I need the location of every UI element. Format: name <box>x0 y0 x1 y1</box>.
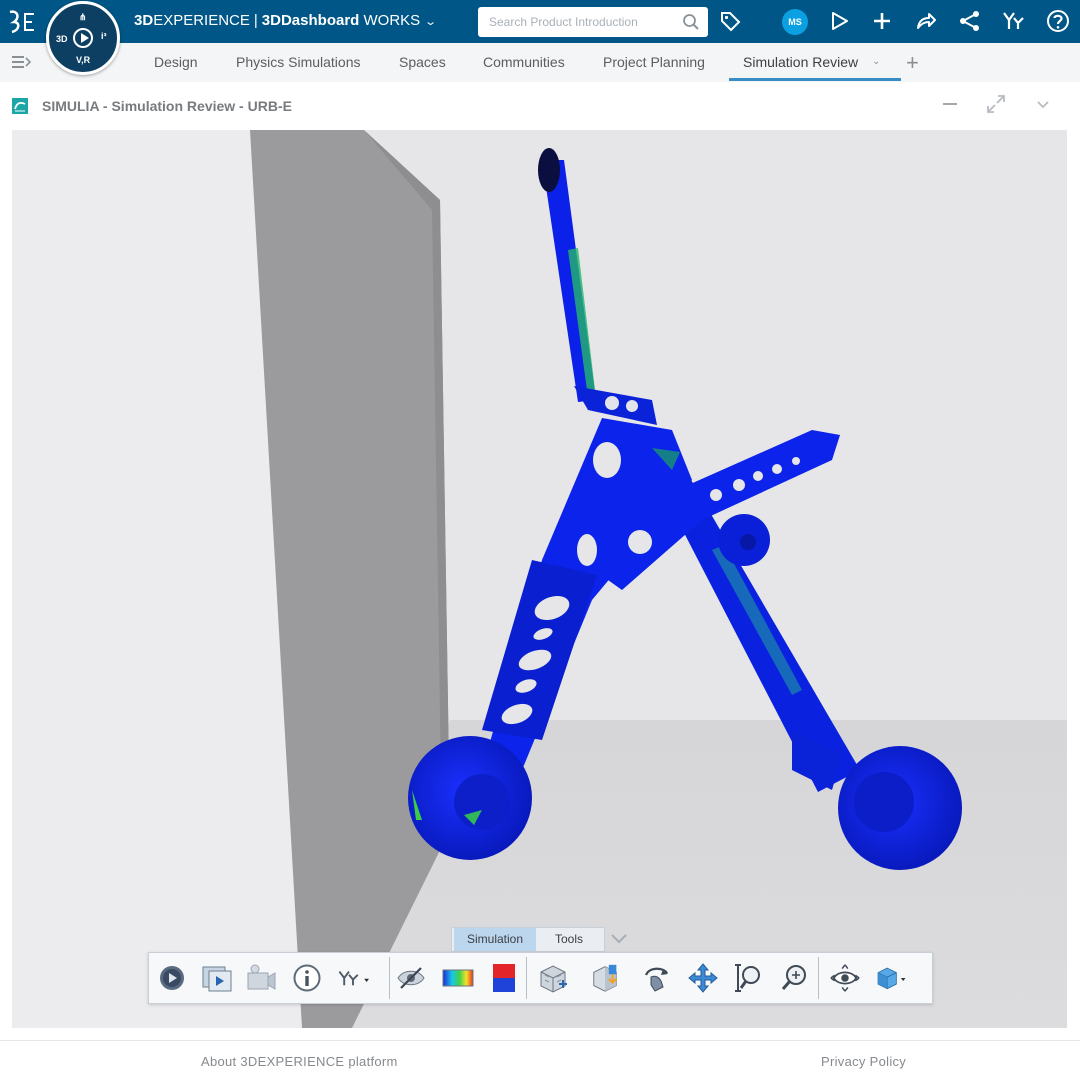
app-title[interactable]: 3DEXPERIENCE | 3DDashboard WORKS ⌄ <box>134 12 437 29</box>
dashboard-name: 3DDashboard <box>261 12 360 29</box>
hide-show-icon[interactable] <box>395 962 427 994</box>
zoom-icon[interactable] <box>732 962 764 994</box>
network-share-icon[interactable] <box>957 8 983 34</box>
add-icon[interactable] <box>869 8 895 34</box>
brand-bold: 3D <box>134 12 154 29</box>
widget-header: SIMULIA - Simulation Review - URB-E <box>0 82 1080 128</box>
tab-project-planning[interactable]: Project Planning <box>603 54 705 70</box>
view-mode-icon[interactable] <box>829 962 861 994</box>
active-tab-indicator <box>729 78 901 81</box>
compass-top-icon: ⋔ <box>79 12 87 22</box>
toolbar-expand-chevron-icon[interactable] <box>609 930 629 948</box>
title-separator: | <box>253 12 258 29</box>
section-tab-simulation[interactable]: Simulation <box>454 928 536 951</box>
apps-icon[interactable] <box>1001 8 1027 34</box>
tag-icon[interactable] <box>717 8 743 34</box>
compass-vr-label: V,R <box>76 55 91 65</box>
compass-3d-label: 3D <box>56 34 68 44</box>
chevron-down-icon[interactable]: ⌄ <box>424 15 437 28</box>
top-bar: 3DEXPERIENCE|3DDashboard WORKS⌄ MS <box>0 0 1080 43</box>
minimize-icon[interactable] <box>938 92 962 116</box>
dassault-logo-icon[interactable] <box>6 8 38 36</box>
add-tab-icon[interactable]: + <box>906 50 919 76</box>
play-animation-icon[interactable] <box>156 962 188 994</box>
info-icon[interactable] <box>291 962 323 994</box>
footer: About 3DEXPERIENCE platform Privacy Poli… <box>0 1040 1080 1081</box>
compass-widget[interactable]: ⋔ 3D i³ V,R <box>46 1 120 75</box>
help-icon[interactable] <box>1045 8 1071 34</box>
search-box[interactable] <box>478 7 708 37</box>
compass-i3-label: i³ <box>101 31 107 41</box>
capture-video-icon[interactable] <box>245 962 277 994</box>
search-icon[interactable] <box>682 13 700 31</box>
play-icon[interactable] <box>73 28 93 48</box>
widget-menu-chevron-icon[interactable] <box>1031 92 1055 116</box>
brand-rest: EXPERIENCE <box>153 12 250 29</box>
section-view-icon[interactable] <box>590 962 622 994</box>
tab-physics-simulations[interactable]: Physics Simulations <box>236 54 361 70</box>
pan-icon[interactable] <box>687 962 719 994</box>
tab-design[interactable]: Design <box>154 54 198 70</box>
toolbar-separator <box>389 957 390 999</box>
simulia-app-icon <box>12 98 28 114</box>
tenant-name: WORKS <box>363 12 421 29</box>
section-tab-tools[interactable]: Tools <box>536 928 602 951</box>
tab-simulation-review[interactable]: Simulation Review <box>743 54 858 70</box>
animation-frames-icon[interactable] <box>201 962 233 994</box>
dashboard-tab-bar: Design Physics Simulations Spaces Commun… <box>0 43 1080 83</box>
maximize-icon[interactable] <box>984 92 1008 116</box>
3d-viewer[interactable] <box>12 130 1067 1028</box>
widget-title: SIMULIA - Simulation Review - URB-E <box>42 98 292 114</box>
fit-all-icon[interactable] <box>778 962 810 994</box>
toolbar-separator <box>818 957 819 999</box>
plot-display-icon[interactable] <box>488 962 520 994</box>
cube-view-icon[interactable] <box>875 962 907 994</box>
avatar[interactable]: MS <box>782 9 808 35</box>
action-bar <box>148 952 933 1004</box>
tab-spaces[interactable]: Spaces <box>399 54 446 70</box>
tab-communities[interactable]: Communities <box>483 54 565 70</box>
about-platform-link[interactable]: About 3DEXPERIENCE platform <box>201 1054 398 1069</box>
chat-icon[interactable] <box>826 8 852 34</box>
tab-menu-chevron-icon[interactable]: ⌄ <box>872 56 880 67</box>
toolbar-separator <box>526 957 527 999</box>
collapse-sidebar-icon[interactable] <box>10 53 32 71</box>
apps-menu-icon[interactable] <box>337 962 369 994</box>
toolbar-section-tabs: Simulation Tools <box>451 927 605 952</box>
color-legend-icon[interactable] <box>442 962 474 994</box>
rotate-icon[interactable] <box>641 962 673 994</box>
share-icon[interactable] <box>913 8 939 34</box>
privacy-policy-link[interactable]: Privacy Policy <box>821 1054 906 1069</box>
search-input[interactable] <box>478 7 684 37</box>
simulation-scene[interactable] <box>12 130 1067 1028</box>
deformed-shape-icon[interactable] <box>537 962 569 994</box>
